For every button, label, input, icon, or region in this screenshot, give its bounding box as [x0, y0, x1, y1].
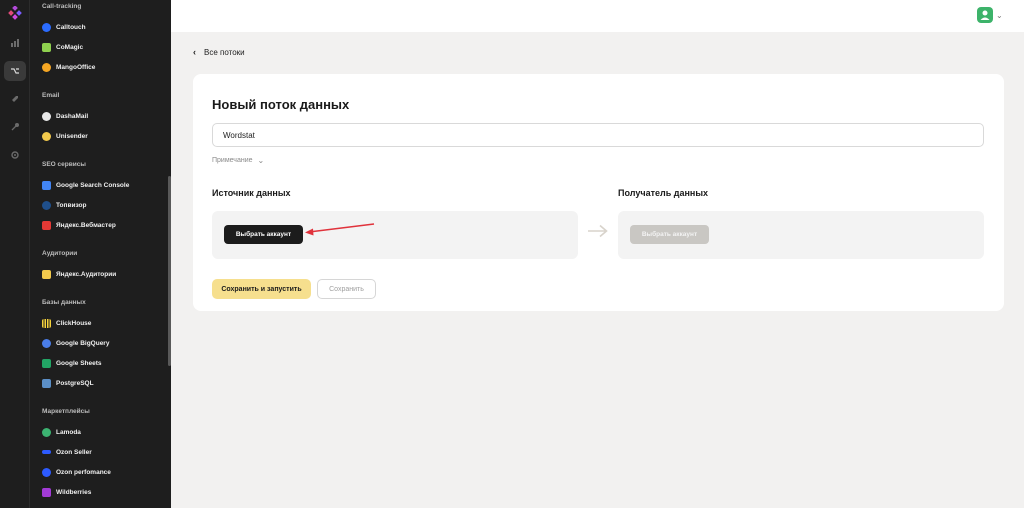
- google-bigquery-icon: [42, 338, 51, 348]
- sidebar-item-calltouch[interactable]: Calltouch: [42, 21, 86, 33]
- sidebar-item-label: Google Search Console: [56, 181, 130, 189]
- section-audiences: Аудитории: [42, 250, 78, 257]
- source-title: Источник данных: [212, 188, 291, 198]
- note-label: Примечание: [212, 157, 253, 164]
- section-marketplaces: Маркетплейсы: [42, 408, 90, 415]
- sidebar-item-comagic[interactable]: CoMagic: [42, 41, 83, 53]
- section-call-tracking: Call-tracking: [42, 3, 82, 10]
- ozon-performance-icon: [42, 467, 51, 477]
- sidebar-item-label: DashaMail: [56, 112, 89, 120]
- sidebar-item-postgresql[interactable]: PostgreSQL: [42, 377, 94, 389]
- sidebar-item-wildberries[interactable]: Wildberries: [42, 486, 91, 498]
- user-avatar-icon[interactable]: [977, 7, 993, 23]
- mangooffice-icon: [42, 62, 51, 72]
- icon-rail: [0, 0, 30, 508]
- sidebar-item-label: Google Sheets: [56, 359, 102, 367]
- sidebar-item-label: Unisender: [56, 132, 88, 140]
- lamoda-icon: [42, 427, 51, 437]
- sidebar-item-google-bigquery[interactable]: Google BigQuery: [42, 337, 109, 349]
- connectors-sidebar: Call-tracking Calltouch CoMagic MangoOff…: [30, 0, 168, 508]
- note-toggle[interactable]: Примечание ⌄: [212, 156, 264, 165]
- chevron-down-icon: ⌄: [257, 156, 265, 165]
- section-seo: SEO сервисы: [42, 161, 86, 168]
- page-title: Новый поток данных: [212, 97, 350, 112]
- save-button[interactable]: Сохранить: [317, 279, 376, 299]
- sidebar-item-label: ClickHouse: [56, 319, 92, 327]
- sidebar-item-yandex-webmaster[interactable]: Яндекс.Вебмастер: [42, 219, 116, 231]
- sidebar-item-label: Ozon Seller: [56, 448, 92, 456]
- ozon-seller-icon: [42, 450, 51, 454]
- annotation-arrow-icon: [305, 223, 375, 236]
- sidebar-item-label: CoMagic: [56, 43, 84, 51]
- sidebar-item-label: PostgreSQL: [56, 379, 94, 387]
- tag-icon[interactable]: [4, 89, 26, 109]
- dashamail-icon: [42, 111, 51, 121]
- chevron-down-icon[interactable]: ⌄: [996, 11, 1003, 20]
- google-search-console-icon: [42, 180, 51, 190]
- data-flows-icon[interactable]: [4, 61, 26, 81]
- arrow-right-icon: [588, 224, 608, 238]
- top-bar: [171, 0, 1024, 32]
- flow-name-input[interactable]: [212, 123, 984, 147]
- settings-icon[interactable]: [4, 145, 26, 165]
- sidebar-item-lamoda[interactable]: Lamoda: [42, 426, 81, 438]
- sidebar-item-label: Google BigQuery: [56, 339, 110, 347]
- sidebar-scrollbar[interactable]: [168, 0, 171, 508]
- sidebar-item-yandex-audiences[interactable]: Яндекс.Аудитории: [42, 268, 116, 280]
- sidebar-item-label: Яндекс.Аудитории: [56, 270, 117, 278]
- back-link-label: Все потоки: [204, 47, 245, 57]
- scrollbar-thumb[interactable]: [168, 176, 171, 366]
- sidebar-item-mangooffice[interactable]: MangoOffice: [42, 61, 95, 73]
- select-source-account-button[interactable]: Выбрать аккаунт: [224, 225, 303, 244]
- topvisor-icon: [42, 200, 51, 210]
- calltouch-icon: [42, 22, 51, 32]
- destination-title: Получатель данных: [618, 188, 709, 198]
- sidebar-item-label: Ozon perfomance: [56, 468, 111, 476]
- section-email: Email: [42, 92, 60, 99]
- sidebar-item-ozon-seller[interactable]: Ozon Seller: [42, 446, 92, 458]
- section-databases: Базы данных: [42, 299, 86, 306]
- clickhouse-icon: [42, 318, 51, 328]
- postgresql-icon: [42, 378, 51, 388]
- unisender-icon: [42, 131, 51, 141]
- sidebar-item-google-search-console[interactable]: Google Search Console: [42, 179, 129, 191]
- sidebar-item-label: Яндекс.Вебмастер: [56, 221, 116, 229]
- key-icon[interactable]: [4, 117, 26, 137]
- comagic-icon: [42, 42, 51, 52]
- sidebar-item-unisender[interactable]: Unisender: [42, 130, 88, 142]
- sidebar-item-google-sheets[interactable]: Google Sheets: [42, 357, 102, 369]
- sidebar-item-label: Calltouch: [56, 23, 86, 31]
- chevron-left-icon: ‹: [193, 47, 196, 57]
- yandex-audiences-icon: [42, 269, 51, 279]
- sidebar-item-label: Lamoda: [56, 428, 81, 436]
- sidebar-item-clickhouse[interactable]: ClickHouse: [42, 317, 91, 329]
- sidebar-item-label: Wildberries: [56, 488, 92, 496]
- sidebar-item-topvisor[interactable]: Топвизор: [42, 199, 86, 211]
- save-and-run-button[interactable]: Сохранить и запустить: [212, 279, 311, 299]
- back-link[interactable]: ‹ Все потоки: [193, 47, 245, 57]
- sidebar-item-ozon-performance[interactable]: Ozon perfomance: [42, 466, 111, 478]
- app-logo-icon[interactable]: [8, 6, 22, 20]
- yandex-webmaster-icon: [42, 220, 51, 230]
- sidebar-item-label: Топвизор: [56, 201, 87, 209]
- select-destination-account-button: Выбрать аккаунт: [630, 225, 709, 244]
- wildberries-icon: [42, 487, 51, 497]
- analytics-icon[interactable]: [4, 33, 26, 53]
- sidebar-item-label: MangoOffice: [56, 63, 96, 71]
- google-sheets-icon: [42, 358, 51, 368]
- sidebar-item-dashamail[interactable]: DashaMail: [42, 110, 88, 122]
